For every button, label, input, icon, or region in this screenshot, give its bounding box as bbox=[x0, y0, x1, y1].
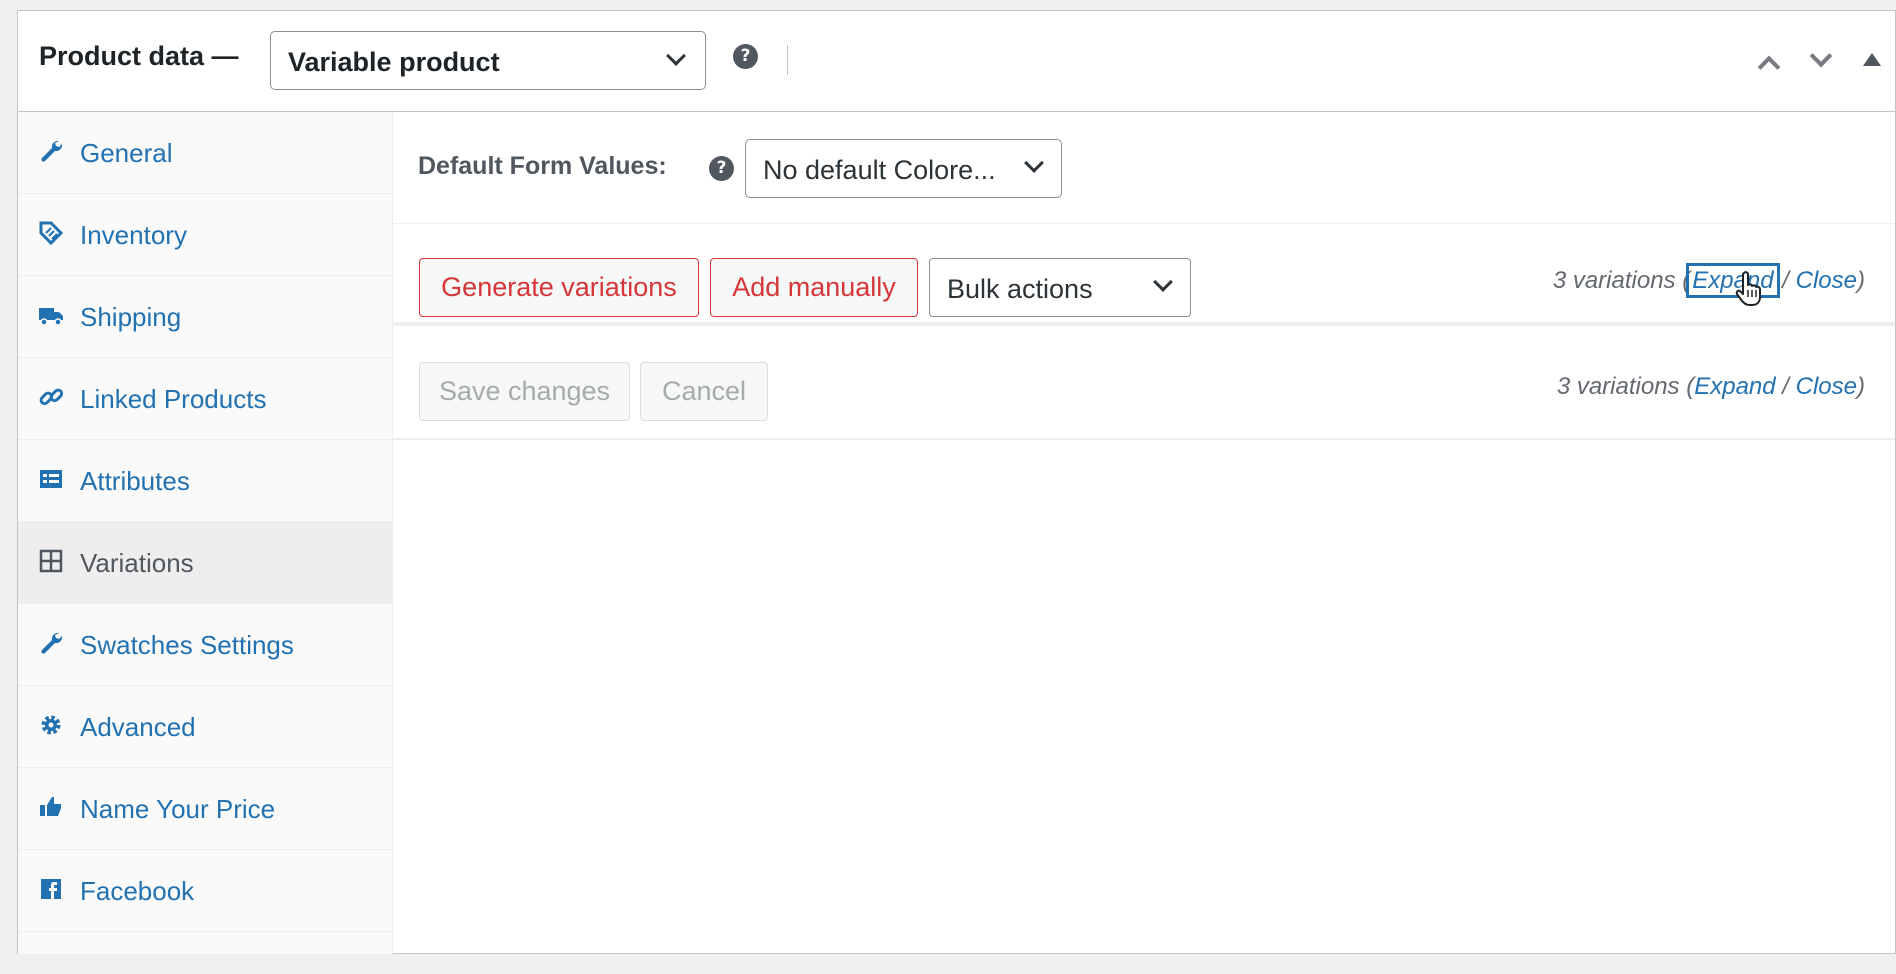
tab-label: Advanced bbox=[80, 712, 196, 742]
move-up-icon[interactable] bbox=[1757, 55, 1781, 79]
divider bbox=[787, 45, 788, 75]
tab-inventory[interactable]: Inventory bbox=[18, 194, 392, 276]
gear-icon bbox=[41, 715, 61, 735]
generate-variations-button[interactable]: Generate variations bbox=[419, 258, 699, 317]
tab-shipping[interactable]: Shipping bbox=[18, 276, 392, 358]
tab-label: Attributes bbox=[80, 466, 190, 496]
bulk-actions-select[interactable]: Bulk actions bbox=[929, 258, 1191, 317]
facebook-icon bbox=[41, 879, 61, 899]
tab-name-your-price[interactable]: Name Your Price bbox=[18, 768, 392, 850]
tab-label: Facebook bbox=[80, 876, 195, 906]
cancel-button[interactable]: Cancel bbox=[640, 362, 768, 421]
tab-facebook[interactable]: Facebook bbox=[18, 850, 392, 932]
default-color-select[interactable]: No default Colore... bbox=[745, 139, 1062, 198]
tab-label: Shipping bbox=[80, 302, 182, 332]
default-color-value: No default Colore... bbox=[763, 155, 996, 185]
tab-attributes[interactable]: Attributes bbox=[18, 440, 392, 522]
product-data-panel: Product data — Variable product ? Genera… bbox=[17, 10, 1896, 954]
chevron-down-icon bbox=[666, 46, 686, 66]
close-link[interactable]: Close bbox=[1796, 373, 1857, 400]
bulk-actions-value: Bulk actions bbox=[947, 274, 1093, 304]
chevron-down-icon bbox=[1024, 153, 1044, 173]
tab-label: Linked Products bbox=[80, 384, 267, 414]
variations-count-bottom: 3 variations (Expand / Close) bbox=[1556, 373, 1865, 400]
save-changes-button[interactable]: Save changes bbox=[419, 362, 630, 421]
tab-label: Name Your Price bbox=[80, 794, 276, 824]
expand-link[interactable]: Expand bbox=[1694, 373, 1775, 400]
tab-label: Swatches Settings bbox=[80, 630, 294, 660]
variation-actions-row: Generate variations Add manually Bulk ac… bbox=[393, 225, 1895, 326]
wrench-icon bbox=[41, 632, 63, 654]
product-type-value: Variable product bbox=[288, 47, 500, 77]
link-icon bbox=[39, 388, 64, 406]
tab-general[interactable]: General bbox=[18, 112, 392, 194]
thumbs-up-icon bbox=[40, 797, 61, 816]
wrench-icon bbox=[41, 140, 63, 162]
variations-count: 3 variations bbox=[1556, 373, 1680, 400]
tab-label: Inventory bbox=[80, 220, 187, 250]
tab-label: Variations bbox=[80, 548, 194, 578]
panel-title: Product data — bbox=[39, 41, 239, 71]
list-icon bbox=[40, 470, 62, 488]
product-type-select[interactable]: Variable product bbox=[270, 31, 706, 90]
hand-cursor-icon bbox=[1735, 271, 1761, 306]
default-form-values-row: Default Form Values: ? No default Colore… bbox=[393, 112, 1895, 224]
chevron-down-icon bbox=[1153, 272, 1173, 292]
variations-panel: Default Form Values: ? No default Colore… bbox=[393, 112, 1895, 954]
move-down-icon[interactable] bbox=[1809, 44, 1833, 68]
help-icon[interactable]: ? bbox=[709, 156, 734, 181]
add-manually-button[interactable]: Add manually bbox=[710, 258, 918, 317]
close-link[interactable]: Close bbox=[1796, 267, 1857, 294]
truck-icon bbox=[39, 308, 63, 326]
tab-linked-products[interactable]: Linked Products bbox=[18, 358, 392, 440]
tab-variations[interactable]: Variations bbox=[18, 522, 392, 604]
tab-swatches-settings[interactable]: Swatches Settings bbox=[18, 604, 392, 686]
variations-count-top: 3 variations (Expand / Close) bbox=[1552, 263, 1865, 298]
grid-icon bbox=[39, 549, 63, 573]
default-form-values-label: Default Form Values: bbox=[418, 152, 667, 180]
save-row: Save changes Cancel 3 variations (Expand… bbox=[393, 330, 1895, 440]
panel-header: Product data — Variable product ? bbox=[18, 11, 1895, 112]
tab-advanced[interactable]: Advanced bbox=[18, 686, 392, 768]
help-icon[interactable]: ? bbox=[733, 44, 758, 69]
toggle-panel-icon[interactable] bbox=[1863, 53, 1881, 66]
product-data-tabs: General Inventory Shipping Linked Produc… bbox=[18, 112, 393, 954]
tag-icon bbox=[39, 221, 64, 246]
tab-label: General bbox=[80, 138, 173, 168]
variations-count: 3 variations bbox=[1552, 267, 1676, 294]
